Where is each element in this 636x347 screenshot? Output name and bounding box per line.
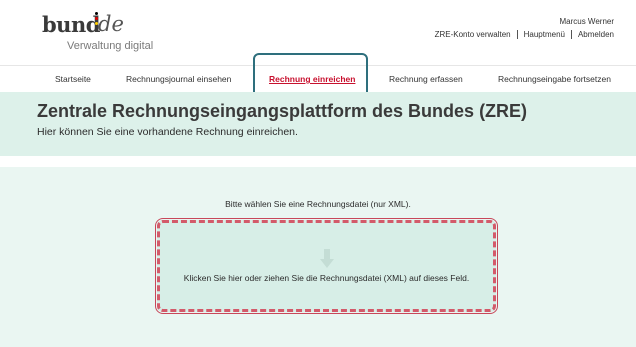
- dropzone-text: Klicken Sie hier oder ziehen Sie die Rec…: [183, 273, 470, 283]
- logo-tagline: Verwaltung digital: [67, 40, 154, 52]
- nav-item-rechnungseingabe-fortsetzen[interactable]: Rechnungseingabe fortsetzen: [498, 74, 611, 84]
- site-header: bund de Verwaltung digital Marcus Werner…: [0, 0, 636, 65]
- upload-prompt: Bitte wählen Sie eine Rechnungsdatei (nu…: [225, 199, 411, 209]
- logo-tld: de: [98, 12, 124, 36]
- meta-links: ZRE-Konto verwalten Hauptmenü Abmelden: [435, 30, 614, 39]
- divider: [570, 30, 572, 39]
- upload-section: Bitte wählen Sie eine Rechnungsdatei (nu…: [0, 167, 636, 347]
- nav-item-rechnung-einreichen[interactable]: Rechnung einreichen: [269, 74, 355, 84]
- file-dropzone[interactable]: Klicken Sie hier oder ziehen Sie die Rec…: [155, 218, 498, 314]
- nav-item-rechnungsjournal[interactable]: Rechnungsjournal einsehen: [126, 74, 231, 84]
- page-subtitle: Hier können Sie eine vorhandene Rechnung…: [37, 126, 298, 138]
- divider: [516, 30, 518, 39]
- page-title: Zentrale Rechnungseingangsplattform des …: [37, 101, 528, 121]
- hauptmenue-link[interactable]: Hauptmenü: [524, 30, 565, 39]
- nav-item-startseite[interactable]: Startseite: [55, 74, 91, 84]
- zre-konto-verwalten-link[interactable]: ZRE-Konto verwalten: [435, 30, 511, 39]
- bund-de-logo[interactable]: bund de Verwaltung digital: [42, 12, 172, 54]
- logo-brand: bund: [42, 12, 100, 37]
- page: bund de Verwaltung digital Marcus Werner…: [0, 0, 636, 347]
- page-hero: Zentrale Rechnungseingangsplattform des …: [0, 92, 636, 156]
- abmelden-link[interactable]: Abmelden: [578, 30, 614, 39]
- user-name: Marcus Werner: [559, 17, 614, 26]
- main-nav: Startseite Rechnungsjournal einsehen Rec…: [0, 65, 636, 92]
- nav-item-rechnung-erfassen[interactable]: Rechnung erfassen: [389, 74, 463, 84]
- download-arrow-icon: [320, 249, 334, 268]
